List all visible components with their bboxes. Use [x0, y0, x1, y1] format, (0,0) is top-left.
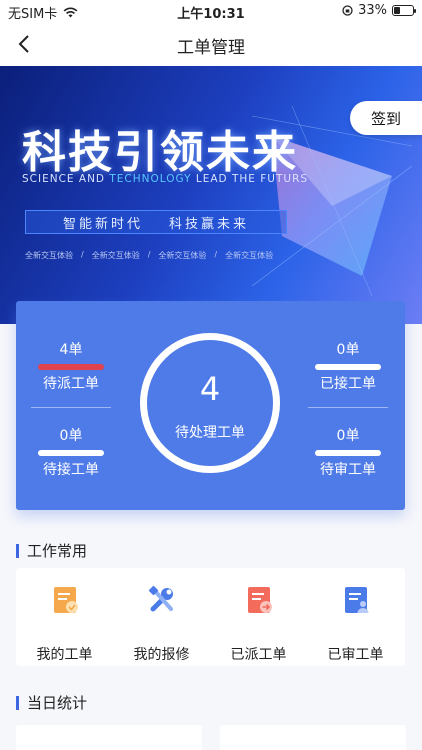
work-shortcuts: 我的工单 我的报修 已派工单 已审工单 [16, 568, 405, 666]
banner-tags: 全新交互体验 / 全新交互体验 / 全新交互体验 / 全新交互体验 [25, 250, 274, 260]
dispatched-order-icon [247, 587, 272, 613]
stat-accepted[interactable]: 0单 已接工单 [298, 339, 398, 393]
stat-count: 0单 [336, 428, 360, 444]
shortcut-label: 已审工单 [327, 647, 384, 663]
stat-bar [315, 364, 381, 370]
banner-title: 科技引领未来 [22, 127, 298, 178]
nav-bar: 工单管理 [0, 22, 422, 66]
shortcut-dispatched-orders[interactable]: 已派工单 [210, 583, 307, 664]
my-order-icon [53, 587, 78, 613]
pending-total-count: 4 [199, 370, 221, 408]
order-stats-card: 4单 待派工单 0单 待接工单 4 待处理工单 0单 已接工单 0单 待审工单 [16, 301, 405, 510]
shortcut-reviewed-orders[interactable]: 已审工单 [307, 583, 404, 664]
shortcut-my-repairs[interactable]: 我的报修 [113, 583, 210, 664]
checkin-button[interactable]: 签到 [350, 101, 422, 135]
shortcut-label: 我的工单 [36, 647, 93, 663]
stat-count: 4单 [59, 342, 83, 358]
slogan-right: 科技赢未来 [169, 216, 250, 232]
stat-label: 待派工单 [43, 376, 99, 392]
stat-bar [38, 364, 104, 370]
stat-pending-review[interactable]: 0单 待审工单 [298, 425, 398, 479]
daily-stat-card-right[interactable] [220, 725, 406, 750]
shortcut-label: 已派工单 [230, 647, 287, 663]
stat-label: 待接工单 [43, 462, 99, 478]
slogan-left: 智能新时代 [62, 216, 143, 232]
status-bar: 无SIM卡 上午10:31 33% [0, 0, 422, 22]
battery-icon [392, 5, 416, 16]
pending-total-label: 待处理工单 [175, 425, 245, 441]
daily-stat-card-left[interactable] [16, 725, 202, 750]
shortcut-my-orders[interactable]: 我的工单 [16, 583, 113, 664]
repair-tools-icon [148, 585, 173, 612]
section-daily-title: 当日统计 [16, 692, 87, 713]
banner-subtitle: SCIENCE AND TECHNOLOGY LEAD THE FUTURS [22, 173, 309, 185]
pending-total-ring[interactable]: 4 待处理工单 [140, 333, 280, 473]
stat-label: 待审工单 [320, 462, 376, 478]
stat-bar [315, 450, 381, 456]
reviewed-order-icon [344, 587, 368, 613]
rotation-lock-icon [342, 5, 353, 16]
stat-pending-accept[interactable]: 0单 待接工单 [21, 425, 121, 479]
banner-slogan: 智能新时代 科技赢未来 [25, 210, 287, 234]
stat-count: 0单 [336, 342, 360, 358]
section-marker [16, 695, 19, 710]
page-title: 工单管理 [177, 38, 245, 58]
shortcut-label: 我的报修 [133, 647, 190, 663]
section-marker [16, 543, 19, 558]
divider [308, 407, 388, 408]
stat-label: 已接工单 [320, 376, 376, 392]
stat-bar [38, 450, 104, 456]
divider [31, 407, 111, 408]
stat-count: 0单 [59, 428, 83, 444]
battery-percent: 33% [358, 3, 387, 18]
section-work-title: 工作常用 [16, 540, 87, 561]
stat-pending-dispatch[interactable]: 4单 待派工单 [21, 339, 121, 393]
